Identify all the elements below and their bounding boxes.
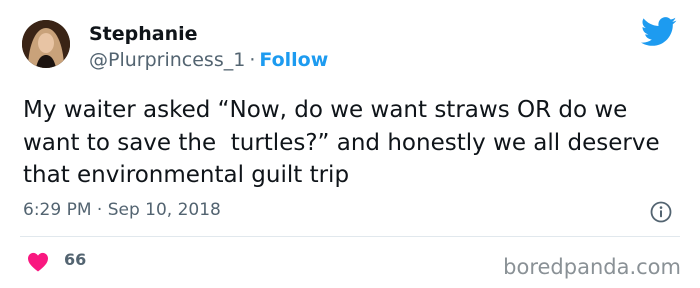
info-icon[interactable] bbox=[650, 201, 672, 223]
separator: · bbox=[249, 49, 256, 71]
twitter-bird-icon[interactable] bbox=[641, 17, 677, 47]
display-name[interactable]: Stephanie bbox=[89, 22, 198, 46]
watermark: boredpanda.com bbox=[503, 255, 681, 279]
user-handle[interactable]: @Plurprincess_1 bbox=[89, 49, 245, 71]
follow-button[interactable]: Follow bbox=[259, 49, 328, 71]
avatar[interactable] bbox=[22, 20, 70, 68]
heart-icon[interactable] bbox=[27, 252, 49, 272]
tweet-card: Stephanie @Plurprincess_1 · Follow My wait… bbox=[0, 0, 700, 288]
divider bbox=[20, 236, 680, 237]
handle-line: @Plurprincess_1 · Follow bbox=[89, 48, 328, 72]
tweet-text: My waiter asked “Now, do we want straws … bbox=[23, 97, 667, 188]
like-count: 66 bbox=[64, 250, 87, 269]
timestamp[interactable]: 6:29 PM · Sep 10, 2018 bbox=[23, 199, 221, 221]
